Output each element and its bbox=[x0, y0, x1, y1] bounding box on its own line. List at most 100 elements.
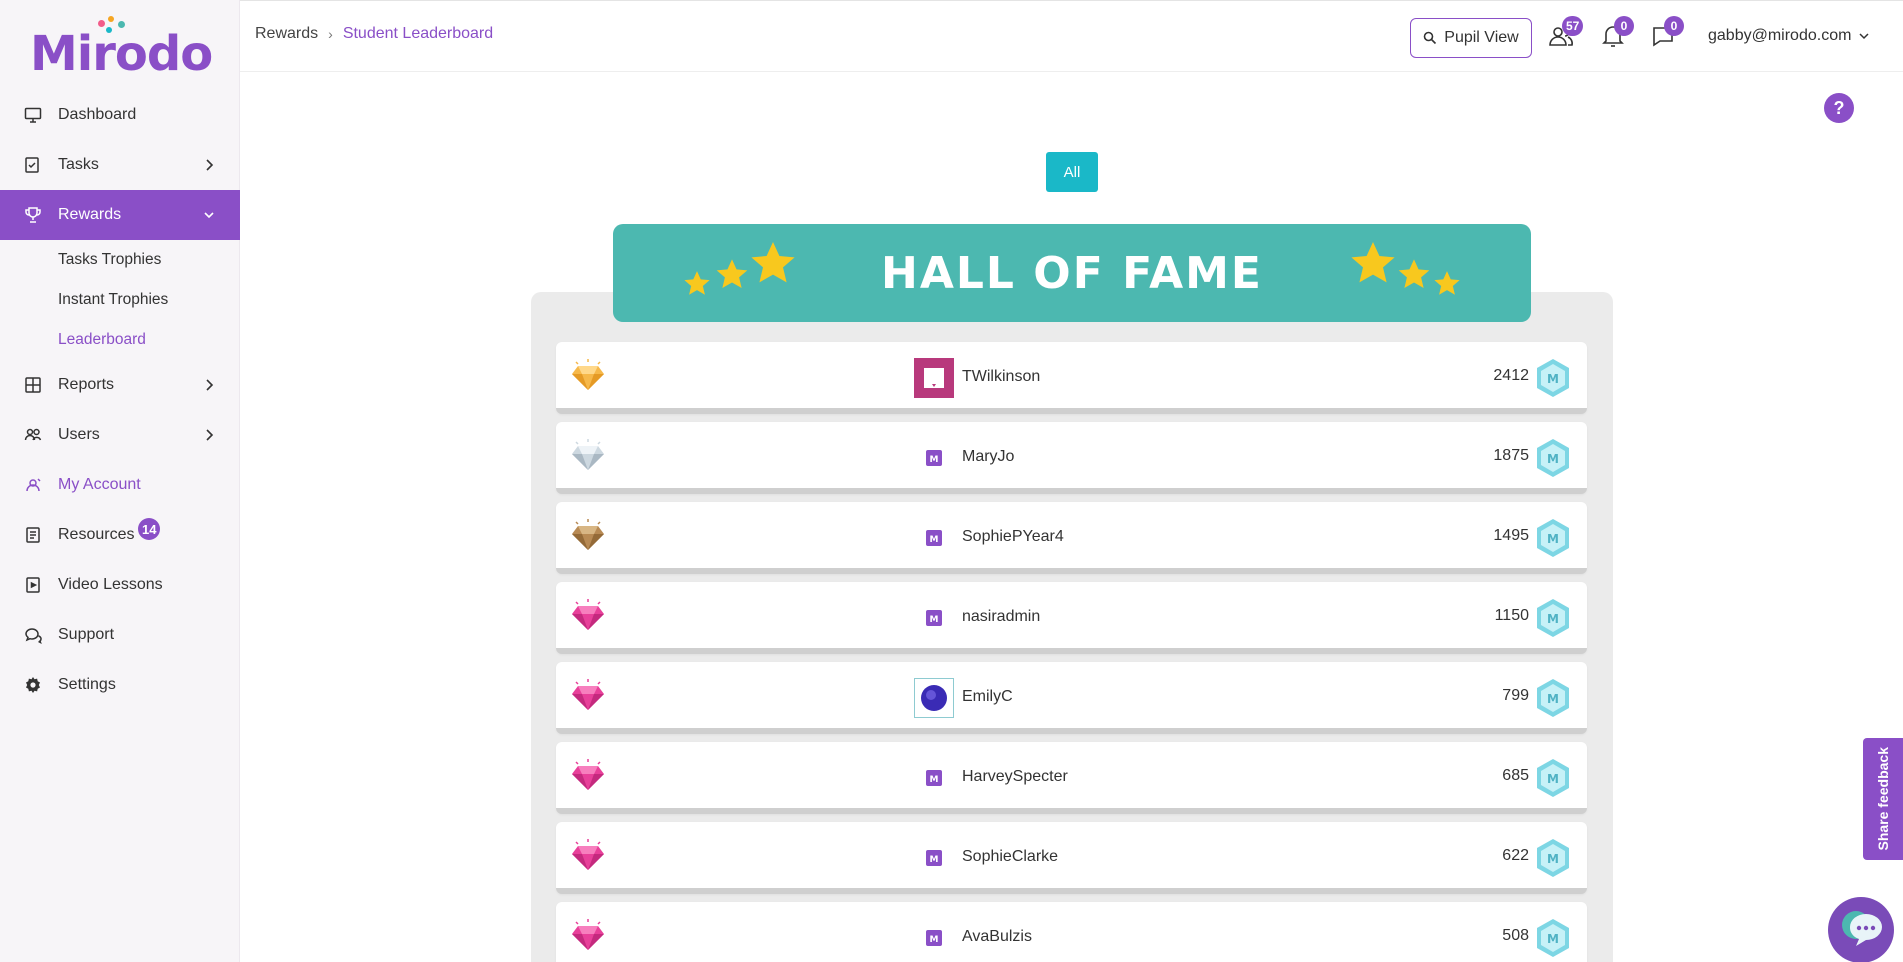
user-menu[interactable]: gabby@mirodo.com bbox=[1708, 27, 1869, 45]
student-points: 1875 bbox=[1493, 447, 1529, 464]
sidebar-item-label: Reports bbox=[58, 376, 115, 393]
mirodo-coin-icon: M bbox=[1537, 839, 1569, 877]
student-name: nasiradmin bbox=[962, 608, 1041, 625]
reports-icon bbox=[24, 376, 42, 394]
account-icon bbox=[24, 476, 42, 494]
student-name: HarveySpecter bbox=[962, 768, 1068, 785]
gem-icon bbox=[572, 919, 604, 950]
mirodo-coin-icon: M bbox=[1537, 919, 1569, 957]
svg-text:M: M bbox=[930, 535, 939, 545]
leaderboard-row: M MaryJo 1875 M bbox=[556, 422, 1587, 494]
sidebar-item-my-account[interactable]: My Account bbox=[0, 460, 240, 510]
svg-text:M: M bbox=[1547, 612, 1559, 626]
gem-icon bbox=[572, 519, 604, 550]
sidebar-item-label: Video Lessons bbox=[58, 576, 163, 593]
messages-button[interactable]: 0 bbox=[1650, 16, 1684, 51]
monitor-icon bbox=[24, 106, 42, 124]
sidebar-item-dashboard[interactable]: Dashboard bbox=[0, 90, 240, 140]
hall-of-fame-title: HALL OF FAME bbox=[881, 247, 1263, 299]
svg-text:M: M bbox=[930, 775, 939, 785]
avatar: M bbox=[914, 918, 954, 958]
avatar: M bbox=[914, 438, 954, 478]
student-points: 1150 bbox=[1494, 607, 1529, 624]
svg-text:M: M bbox=[1547, 452, 1559, 466]
sidebar-item-rewards[interactable]: Rewards bbox=[0, 190, 240, 240]
sidebar-subitem-tasks-trophies[interactable]: Tasks Trophies bbox=[0, 240, 240, 280]
leaderboard-row: M SophiePYear4 1495 M bbox=[556, 502, 1587, 574]
mirodo-coin-icon: M bbox=[1537, 679, 1569, 717]
gem-icon bbox=[572, 839, 604, 870]
mirodo-coin-icon: M bbox=[1537, 439, 1569, 477]
top-header: Rewards › Student Leaderboard Pupil View… bbox=[240, 0, 1903, 72]
student-points: 1495 bbox=[1493, 527, 1529, 544]
student-name: AvaBulzis bbox=[962, 928, 1032, 945]
trophy-icon bbox=[24, 206, 42, 224]
mirodo-coin-icon: M bbox=[1537, 759, 1569, 797]
gem-icon bbox=[572, 599, 604, 630]
student-points: 622 bbox=[1502, 847, 1529, 864]
chat-widget-button[interactable] bbox=[1828, 897, 1894, 962]
sidebar-item-reports[interactable]: Reports bbox=[0, 360, 240, 410]
logo-text: Mirodo bbox=[30, 26, 213, 82]
gem-icon bbox=[572, 439, 604, 470]
leaderboard-row: M SophieClarke 622 M bbox=[556, 822, 1587, 894]
sidebar-item-label: Rewards bbox=[58, 206, 122, 223]
users-button[interactable]: 57 bbox=[1548, 16, 1584, 51]
sidebar-subitem-leaderboard[interactable]: Leaderboard bbox=[0, 320, 240, 360]
hall-of-fame-banner: HALL OF FAME bbox=[613, 224, 1531, 322]
sidebar-item-users[interactable]: Users bbox=[0, 410, 240, 460]
student-points: 685 bbox=[1502, 767, 1529, 784]
notifications-badge: 0 bbox=[1614, 16, 1634, 36]
svg-text:M: M bbox=[930, 935, 939, 945]
sidebar-item-label: Support bbox=[58, 626, 115, 643]
svg-text:M: M bbox=[1547, 772, 1559, 786]
gem-icon bbox=[572, 359, 604, 390]
gem-icon bbox=[572, 679, 604, 710]
search-icon bbox=[1423, 31, 1437, 45]
sidebar-item-label: Dashboard bbox=[58, 106, 137, 123]
chevron-right-icon: › bbox=[328, 26, 333, 42]
student-points: 2412 bbox=[1493, 367, 1529, 384]
breadcrumb-student-leaderboard: Student Leaderboard bbox=[342, 25, 494, 42]
notifications-button[interactable]: 0 bbox=[1600, 16, 1634, 51]
share-feedback-label: Share feedback bbox=[1875, 747, 1891, 851]
svg-text:M: M bbox=[1547, 852, 1559, 866]
breadcrumb-rewards[interactable]: Rewards bbox=[255, 25, 318, 43]
sidebar-item-video-lessons[interactable]: Video Lessons bbox=[0, 560, 240, 610]
video-icon bbox=[24, 576, 42, 594]
mirodo-coin-icon: M bbox=[1537, 359, 1569, 397]
sidebar-item-label: My Account bbox=[58, 476, 141, 493]
resources-badge: 14 bbox=[138, 518, 161, 540]
sidebar-item-label: Settings bbox=[58, 676, 116, 693]
filter-all-button[interactable]: All bbox=[1046, 152, 1098, 192]
share-feedback-button[interactable]: Share feedback bbox=[1863, 738, 1903, 860]
gem-icon bbox=[572, 759, 604, 790]
student-name: SophieClarke bbox=[962, 848, 1059, 865]
svg-text:M: M bbox=[930, 615, 939, 625]
breadcrumb: Rewards › Student Leaderboard bbox=[255, 25, 493, 43]
student-name: MaryJo bbox=[962, 448, 1015, 465]
student-name: EmilyC bbox=[962, 688, 1013, 705]
sidebar-item-support[interactable]: Support bbox=[0, 610, 240, 660]
sidebar-item-label: Tasks bbox=[58, 156, 99, 173]
sidebar-item-resources[interactable]: Resources 14 bbox=[0, 510, 240, 560]
chevron-down-icon bbox=[1859, 33, 1869, 40]
sidebar: Mirodo Dashboard Tasks Rewards Tasks Tro… bbox=[0, 0, 240, 962]
sidebar-item-label: Users bbox=[58, 426, 100, 443]
chevron-right-icon bbox=[206, 429, 214, 441]
sidebar-item-tasks[interactable]: Tasks bbox=[0, 140, 240, 190]
mirodo-logo[interactable]: Mirodo bbox=[30, 12, 213, 82]
sidebar-nav: Dashboard Tasks Rewards Tasks Trophies I… bbox=[0, 90, 240, 710]
leaderboard-row: M AvaBulzis 508 M bbox=[556, 902, 1587, 962]
mirodo-coin-icon: M bbox=[1537, 599, 1569, 637]
user-email: gabby@mirodo.com bbox=[1708, 27, 1852, 44]
sidebar-item-settings[interactable]: Settings bbox=[0, 660, 240, 710]
tasks-icon bbox=[24, 156, 42, 174]
leaderboard-row: TWilkinson 2412 M bbox=[556, 342, 1587, 414]
chevron-down-icon bbox=[204, 212, 214, 219]
sidebar-subitem-instant-trophies[interactable]: Instant Trophies bbox=[0, 280, 240, 320]
help-button[interactable]: ? bbox=[1824, 93, 1854, 123]
pupil-view-button[interactable]: Pupil View bbox=[1410, 18, 1532, 58]
mirodo-coin-icon: M bbox=[1537, 519, 1569, 557]
leaderboard-row: M HarveySpecter 685 M bbox=[556, 742, 1587, 814]
